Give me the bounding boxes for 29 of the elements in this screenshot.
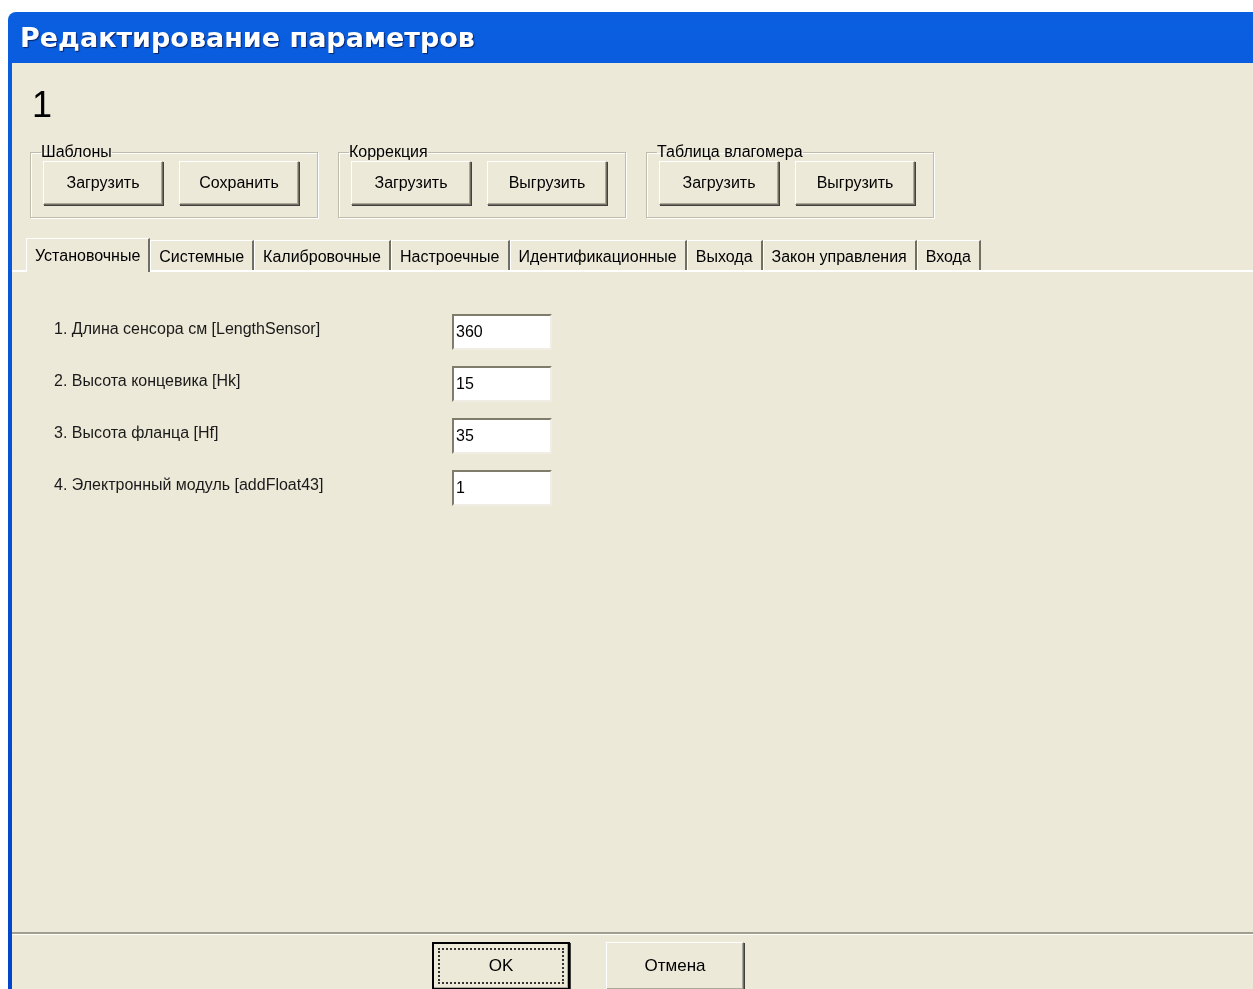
tab[interactable]: Установочные	[26, 238, 151, 272]
header-number: 1	[31, 83, 54, 127]
tab[interactable]: Калибровочные	[254, 240, 391, 270]
input-field[interactable]: 35	[452, 418, 552, 454]
group-title: Таблица влагомера	[657, 145, 803, 159]
group-button[interactable]: Загрузить	[659, 161, 779, 205]
dialog-button[interactable]: Отмена	[606, 942, 744, 989]
tab[interactable]: Входа	[916, 240, 981, 270]
tab[interactable]: Системные	[150, 240, 255, 270]
group-title: Шаблоны	[41, 145, 112, 159]
tab[interactable]: Идентификационные	[509, 240, 687, 270]
dialog-button[interactable]: OK	[432, 942, 570, 989]
tab[interactable]: Настроечные	[391, 240, 510, 270]
group-button[interactable]: Загрузить	[43, 161, 163, 205]
input-field[interactable]: 1	[452, 470, 552, 506]
field-label: 2. Высота концевика [Hk]	[54, 372, 242, 390]
input-field[interactable]: 15	[452, 366, 552, 402]
group-button[interactable]: Выгрузить	[795, 161, 915, 205]
field-label: 4. Электронный модуль [addFloat43]	[54, 476, 325, 494]
input-field[interactable]: 360	[452, 314, 552, 350]
field-label: 3. Высота фланца [Hf]	[54, 424, 220, 442]
window-title: Редактирование параметров	[19, 21, 476, 55]
tab[interactable]: Выхода	[686, 240, 763, 270]
tab[interactable]: Закон управления	[762, 240, 917, 270]
group-button[interactable]: Загрузить	[351, 161, 471, 205]
group-button[interactable]: Сохранить	[179, 161, 299, 205]
group-title: Коррекция	[349, 145, 428, 159]
field-label: 1. Длина сенсора см [LengthSensor]	[54, 320, 322, 338]
group-button[interactable]: Выгрузить	[487, 161, 607, 205]
